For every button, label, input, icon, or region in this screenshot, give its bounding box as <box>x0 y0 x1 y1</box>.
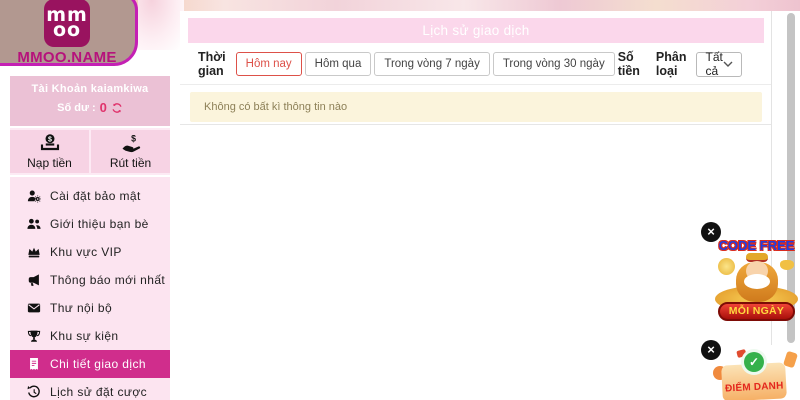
balance-label: Số dư : <box>57 102 96 114</box>
crown-icon <box>27 245 41 259</box>
refresh-icon[interactable] <box>111 102 123 114</box>
filter-bar: Thời gian Hôm nay Hôm qua Trong vòng 7 n… <box>180 51 772 77</box>
actions-row: $ Nạp tiền $ Rút tiền <box>10 128 170 175</box>
sidebar-menu: Cài đặt bảo mật Giới thiệu bạn bè Khu vự… <box>10 177 170 400</box>
history-icon <box>27 385 41 399</box>
sidebar-item-label: Giới thiệu bạn bè <box>50 217 149 231</box>
filter-today-button[interactable]: Hôm nay <box>236 52 302 76</box>
deposit-label: Nạp tiền <box>27 156 72 170</box>
sidebar-item-betting-history[interactable]: Lịch sử đặt cược <box>10 378 170 400</box>
sidebar-item-refer-friends[interactable]: Giới thiệu bạn bè <box>10 210 170 238</box>
deposit-button[interactable]: $ Nạp tiền <box>10 130 89 173</box>
empty-state-alert: Không có bất kì thông tin nào <box>190 92 762 122</box>
svg-text:$: $ <box>131 134 136 144</box>
sidebar-item-label: Lịch sử đặt cược <box>50 385 147 399</box>
envelope-icon <box>27 301 41 315</box>
friends-icon <box>27 217 41 231</box>
promo1-title: CODE FREE <box>713 238 800 253</box>
trophy-icon <box>27 329 41 343</box>
empty-state-message: Không có bất kì thông tin nào <box>204 101 347 113</box>
category-select-value: Tất cả <box>705 50 722 78</box>
account-box: Tài Khoản kaiamkiwa Số dư : 0 <box>10 76 170 126</box>
transaction-history-panel: Lịch sử giao dịch Thời gian Hôm nay Hôm … <box>180 11 772 125</box>
sidebar-item-label: Thông báo mới nhất <box>50 273 165 287</box>
page-title: Lịch sử giao dịch <box>188 18 764 43</box>
svg-text:$: $ <box>48 136 52 143</box>
logo-icon: mm oo <box>44 0 90 47</box>
sidebar-item-transaction-details[interactable]: Chi tiết giao dịch <box>10 350 170 378</box>
sidebar-item-label: Khu vực VIP <box>50 245 122 259</box>
sidebar-item-vip-area[interactable]: Khu vực VIP <box>10 238 170 266</box>
checkmark-icon: ✓ <box>741 349 767 375</box>
sidebar-item-label: Cài đặt bảo mật <box>50 189 141 203</box>
background-decor <box>138 0 184 50</box>
close-icon[interactable]: × <box>701 222 721 242</box>
sidebar-item-label: Khu sự kiện <box>50 329 118 343</box>
withdraw-button[interactable]: $ Rút tiền <box>91 130 170 173</box>
sidebar-item-security-settings[interactable]: Cài đặt bảo mật <box>10 182 170 210</box>
brand-name: MMOO.NAME <box>0 49 135 66</box>
balance-value: 0 <box>100 100 107 115</box>
banner-decor <box>783 351 798 369</box>
receipt-icon <box>27 357 41 371</box>
amount-filter-label: Số tiền <box>618 50 640 78</box>
promo-banner-code-free[interactable]: CODE FREE MỖI NGÀY <box>713 238 800 330</box>
sidebar-item-label: Chi tiết giao dịch <box>50 357 146 371</box>
brand-logo[interactable]: mm oo MMOO.NAME <box>0 0 138 66</box>
logo-text-bottom: oo <box>53 23 81 38</box>
sidebar-item-label: Thư nội bộ <box>50 301 112 315</box>
deposit-icon: $ <box>40 133 60 153</box>
withdraw-icon: $ <box>121 133 141 153</box>
promo1-button[interactable]: MỖI NGÀY <box>718 302 795 321</box>
promo-banner-diem-danh[interactable]: ĐIỂM DANH ✓ <box>710 348 800 400</box>
category-select[interactable]: Tất cả <box>696 52 741 77</box>
filter-yesterday-button[interactable]: Hôm qua <box>305 52 372 76</box>
promo2-title: ĐIỂM DANH <box>722 380 786 394</box>
withdraw-label: Rút tiền <box>110 156 151 170</box>
account-title: Tài Khoản kaiamkiwa <box>10 83 170 95</box>
filter-7days-button[interactable]: Trong vòng 7 ngày <box>374 52 489 76</box>
close-icon[interactable]: × <box>701 340 721 360</box>
category-filter-label: Phân loại <box>656 50 687 78</box>
sidebar-item-latest-notifications[interactable]: Thông báo mới nhất <box>10 266 170 294</box>
filter-30days-button[interactable]: Trong vòng 30 ngày <box>493 52 615 76</box>
chevron-down-icon <box>723 61 733 68</box>
sidebar-item-event-area[interactable]: Khu sự kiện <box>10 322 170 350</box>
megaphone-icon <box>27 273 41 287</box>
time-filter-label: Thời gian <box>198 50 226 78</box>
user-gear-icon <box>27 189 41 203</box>
sidebar-item-internal-mail[interactable]: Thư nội bộ <box>10 294 170 322</box>
filter-divider <box>180 84 772 85</box>
